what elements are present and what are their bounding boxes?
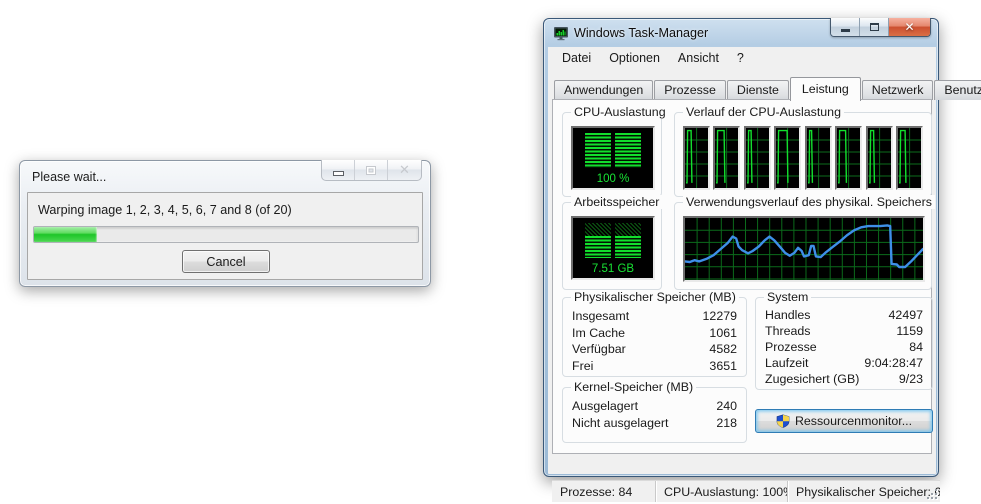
menu-help[interactable]: ? <box>728 48 753 68</box>
status-cpu: CPU-Auslastung: 100% <box>656 481 788 502</box>
progress-bar <box>33 226 419 243</box>
window-title: Windows Task-Manager <box>574 26 709 40</box>
info-row: Nicht ausgelagert 218 <box>572 415 737 430</box>
close-icon: ✕ <box>904 20 915 34</box>
cpu-core-history-graph <box>804 126 832 190</box>
minimize-icon <box>332 170 344 176</box>
cpu-history-group: Verlauf der CPU-Auslastung <box>674 105 932 197</box>
menu-datei[interactable]: Datei <box>553 48 600 68</box>
info-row: Im Cache 1061 <box>572 325 737 340</box>
status-processes: Prozesse: 84 <box>552 481 656 502</box>
task-manager-window: Windows Task-Manager ✕ Datei Optionen An… <box>543 18 981 502</box>
maximize-icon <box>869 23 879 31</box>
status-memory: Physikalischer Speicher: 62% <box>796 484 940 499</box>
cpu-core-history-graph <box>835 126 863 190</box>
status-bar: Prozesse: 84 CPU-Auslastung: 100% Physik… <box>552 480 940 502</box>
close-button[interactable]: ✕ <box>889 18 930 36</box>
minimize-button[interactable] <box>322 160 355 180</box>
kernel-memory-group: Kernel-Speicher (MB) Ausgelagert 240 Nich… <box>562 380 747 443</box>
info-row: Verfügbar 4582 <box>572 342 737 356</box>
maximize-button[interactable] <box>860 18 889 36</box>
menu-ansicht[interactable]: Ansicht <box>669 48 728 68</box>
progress-message: Warping image 1, 2, 3, 4, 5, 6, 7 and 8 … <box>38 203 292 217</box>
memory-meter-group-label: Arbeitsspeicher <box>571 195 663 209</box>
info-row: Laufzeit 9:04:28:47 <box>765 356 923 370</box>
cpu-usage-meter: 100 % <box>571 126 655 190</box>
memory-history-graph <box>683 216 925 282</box>
tab-netzwerk[interactable]: Netzwerk <box>861 80 934 100</box>
info-row: Threads 1159 <box>765 324 923 338</box>
dialog-title: Please wait... <box>32 170 107 184</box>
menu-bar: Datei Optionen Ansicht ? <box>548 47 936 69</box>
cancel-button[interactable]: Cancel <box>182 250 270 273</box>
maximize-button-disabled <box>355 160 388 180</box>
close-button-disabled: ✕ <box>388 160 421 180</box>
tab-anwendungen[interactable]: Anwendungen <box>554 80 654 100</box>
cpu-core-history-graph <box>743 126 771 190</box>
tab-prozesse[interactable]: Prozesse <box>654 80 726 100</box>
memory-history-group-label: Verwendungsverlauf des physikal. Speiche… <box>683 195 935 209</box>
cpu-usage-value: 100 % <box>596 173 630 185</box>
cpu-core-history-graph <box>683 126 710 190</box>
info-row: Zugesichert (GB) 9/23 <box>765 372 923 386</box>
memory-history-group: Verwendungsverlauf des physikal. Speiche… <box>674 195 935 290</box>
tab-strip: Anwendungen Prozesse Dienste Leistung Ne… <box>552 76 981 101</box>
cpu-history-group-label: Verlauf der CPU-Auslastung <box>683 105 844 119</box>
window-controls: ✕ <box>830 18 931 37</box>
resource-monitor-button[interactable]: Ressourcenmonitor... <box>755 409 933 433</box>
minimize-icon <box>840 29 850 32</box>
dialog-window-controls: ✕ <box>321 160 422 181</box>
cpu-core-history-graph <box>865 126 893 190</box>
minimize-button[interactable] <box>831 18 860 36</box>
resize-grip[interactable] <box>927 489 937 499</box>
menu-optionen[interactable]: Optionen <box>600 48 669 68</box>
please-wait-dialog: Please wait... ✕ Warping image 1, 2, 3, … <box>19 160 431 287</box>
info-row: Insgesamt 12279 <box>572 309 737 323</box>
tab-dienste[interactable]: Dienste <box>726 80 789 100</box>
memory-usage-value: 7.51 GB <box>591 263 635 275</box>
dialog-content-panel: Warping image 1, 2, 3, 4, 5, 6, 7 and 8 … <box>27 192 423 280</box>
info-row: Ausgelagert 240 <box>572 399 737 413</box>
info-row: Frei 3651 <box>572 358 737 373</box>
performance-tab-page: CPU-Auslastung 100 % Verlauf der CPU-Aus… <box>552 99 935 454</box>
memory-meter-group: Arbeitsspeicher 7.51 GB <box>562 195 663 290</box>
info-row: Handles 42497 <box>765 308 923 322</box>
close-icon: ✕ <box>399 162 410 177</box>
physical-memory-group: Physikalischer Speicher (MB) Insgesamt 12… <box>562 290 747 377</box>
physical-memory-group-label: Physikalischer Speicher (MB) <box>571 290 739 304</box>
uac-shield-icon <box>776 414 790 428</box>
info-row: Prozesse 84 <box>765 340 923 354</box>
cpu-usage-group: CPU-Auslastung 100 % <box>562 105 669 197</box>
client-area: Datei Optionen Ansicht ? Anwendungen Pro… <box>548 47 981 502</box>
tab-leistung[interactable]: Leistung <box>789 77 861 101</box>
cpu-usage-group-label: CPU-Auslastung <box>571 105 669 119</box>
cpu-core-history-graph <box>713 126 741 190</box>
cpu-core-history-graph <box>774 126 802 190</box>
cpu-core-history-graph <box>895 126 923 190</box>
kernel-memory-group-label: Kernel-Speicher (MB) <box>571 380 697 394</box>
cpu-core-history-band <box>683 126 923 190</box>
progress-fill <box>34 227 98 242</box>
memory-usage-meter: 7.51 GB <box>571 216 655 280</box>
system-group: System Handles 42497 Threads 1159 Prozesse… <box>755 290 933 390</box>
task-manager-icon <box>554 27 568 41</box>
system-group-label: System <box>764 290 812 304</box>
maximize-icon <box>366 165 376 175</box>
tab-benutzer[interactable]: Benutzer <box>934 80 981 100</box>
resource-monitor-label: Ressourcenmonitor... <box>794 414 913 428</box>
